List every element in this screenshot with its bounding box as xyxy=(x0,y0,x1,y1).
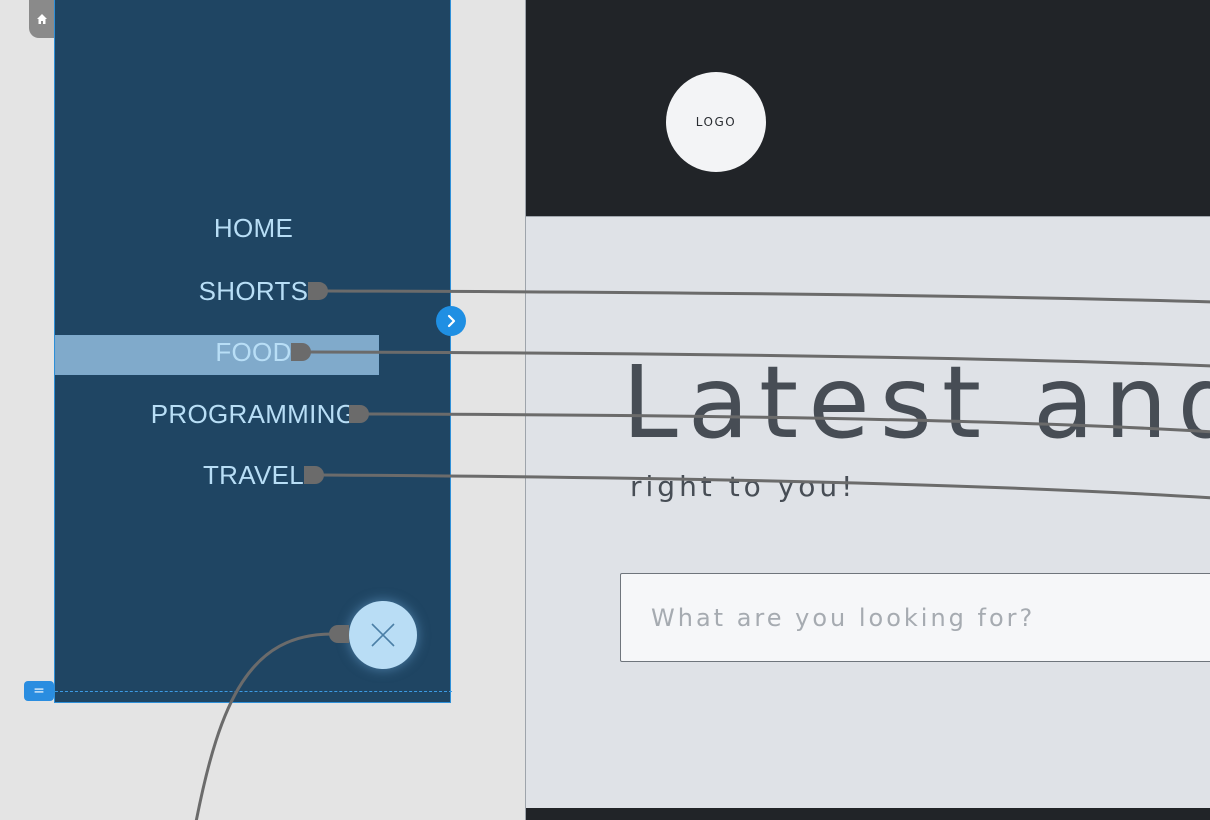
menu-item-label: TRAVEL xyxy=(202,460,304,490)
menu-item-label: SHORTS xyxy=(198,276,309,306)
chevron-right-icon xyxy=(447,314,456,328)
close-icon xyxy=(371,623,395,647)
menu-item-travel[interactable]: TRAVEL xyxy=(55,460,452,490)
menu-item-home[interactable]: HOME xyxy=(55,213,452,243)
logo-text: LOGO xyxy=(695,115,737,129)
menu-item-shorts[interactable]: SHORTS xyxy=(55,276,452,306)
page-header: LOGO xyxy=(526,0,1210,217)
page-footer xyxy=(526,808,1210,820)
desktop-page-artboard[interactable]: LOGO Latest and right to you! xyxy=(525,0,1210,820)
close-menu-button[interactable] xyxy=(349,601,417,669)
mobile-menu-artboard[interactable]: HOME SHORTS FOOD PROGRAMMING TRAVEL xyxy=(54,0,452,703)
menu-item-label: FOOD xyxy=(215,337,292,367)
fold-handle[interactable]: = xyxy=(24,681,54,701)
expand-artboard-button[interactable] xyxy=(436,306,466,336)
hero-title: Latest and xyxy=(622,344,1210,461)
fold-handle-icon: = xyxy=(33,683,45,699)
menu-item-label: PROGRAMMING xyxy=(150,399,357,429)
hero-subtitle: right to you! xyxy=(630,470,857,503)
search-input[interactable] xyxy=(620,573,1210,662)
fold-line xyxy=(55,691,452,692)
menu-item-label: HOME xyxy=(213,213,294,243)
menu-item-food[interactable]: FOOD xyxy=(55,337,452,367)
canvas: HOME SHORTS FOOD PROGRAMMING TRAVEL = LO… xyxy=(0,0,1210,820)
menu-item-programming[interactable]: PROGRAMMING xyxy=(55,399,452,429)
logo[interactable]: LOGO xyxy=(666,72,766,172)
home-tab[interactable] xyxy=(29,0,55,38)
home-icon xyxy=(37,14,47,24)
